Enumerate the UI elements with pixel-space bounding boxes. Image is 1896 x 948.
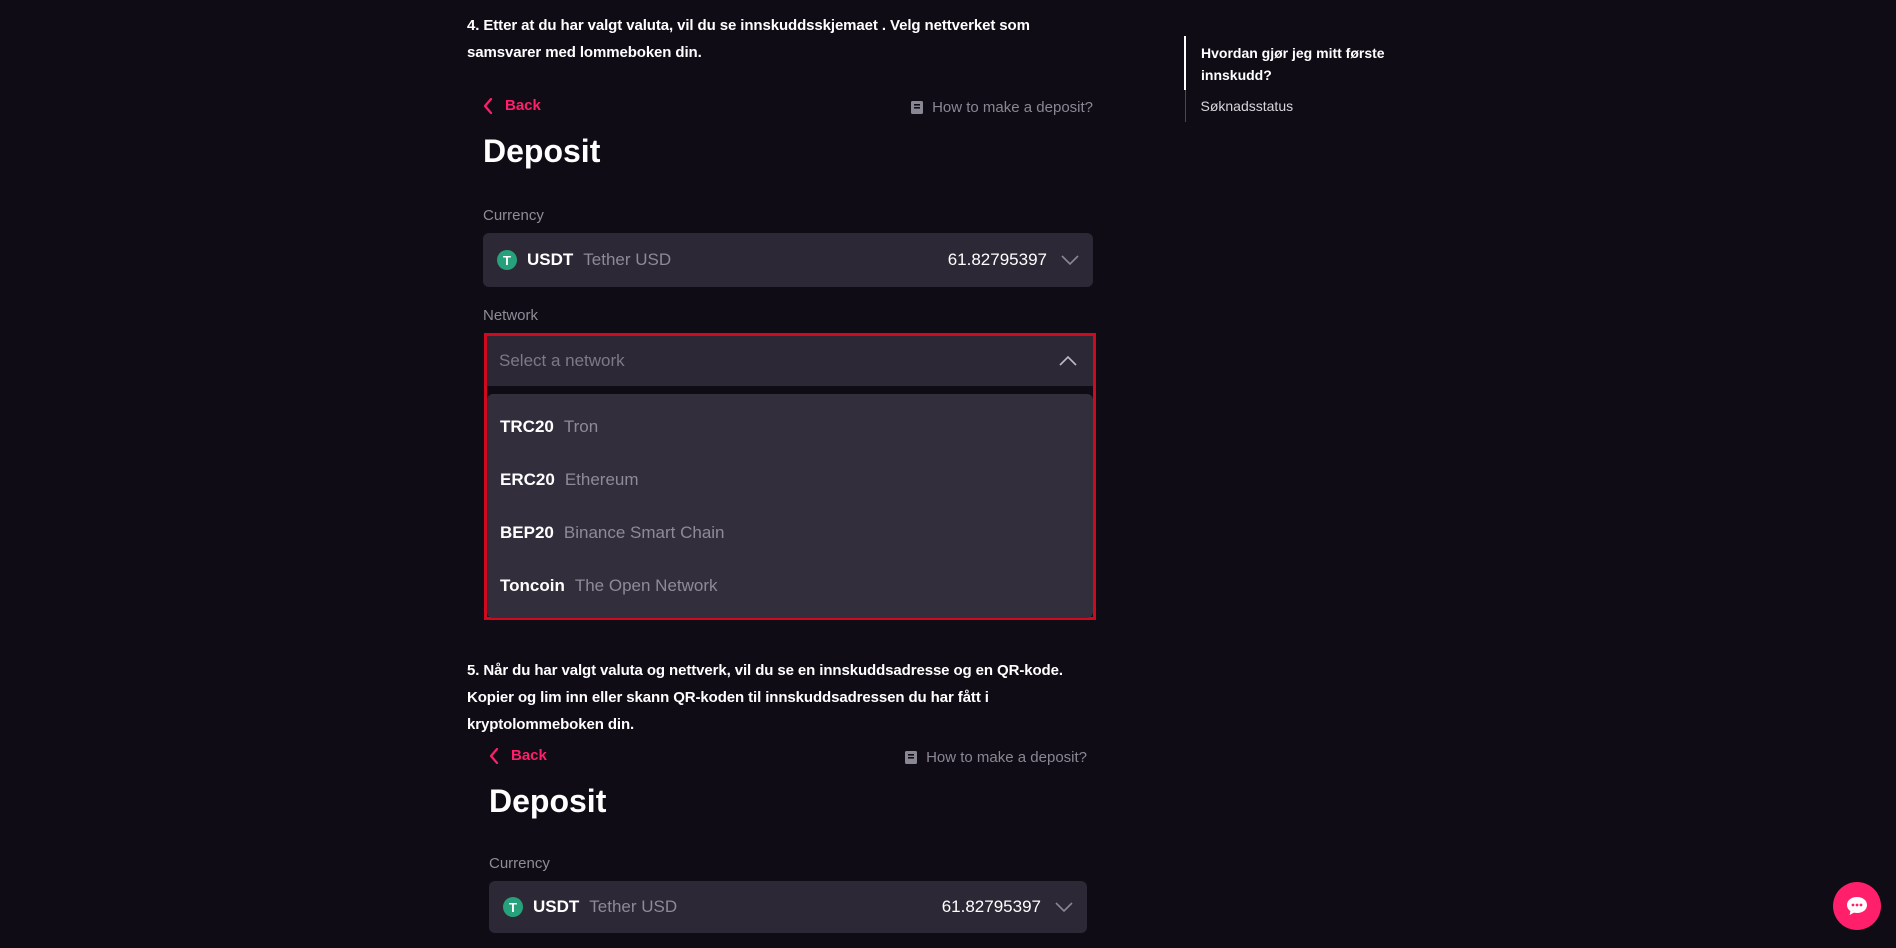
network-option-trc20[interactable]: TRC20 Tron <box>487 400 1093 453</box>
network-option-bep20[interactable]: BEP20 Binance Smart Chain <box>487 506 1093 559</box>
back-label: Back <box>505 97 541 114</box>
network-code: BEP20 <box>500 522 554 542</box>
currency-balance: 61.82795397 <box>947 250 1047 269</box>
page: 4. Etter at du har valgt valuta, vil du … <box>0 0 1896 948</box>
currency-name: Tether USD <box>589 897 678 916</box>
tether-icon: T <box>503 897 523 917</box>
chevron-left-icon <box>483 97 493 114</box>
network-name: Ethereum <box>564 469 639 489</box>
back-label: Back <box>511 747 547 764</box>
chat-button[interactable] <box>1833 882 1881 930</box>
step-5-text: 5. Når du har valgt valuta og nettverk, … <box>467 662 1063 733</box>
currency-select[interactable]: T USDT Tether USD 61.82795397 <box>489 881 1087 933</box>
how-to-deposit-link[interactable]: How to make a deposit? <box>904 749 1087 766</box>
chevron-down-icon <box>1055 902 1073 912</box>
table-of-contents: Hvordan gjør jeg mitt første innskudd? S… <box>1184 36 1404 122</box>
network-option-toncoin[interactable]: Toncoin The Open Network <box>487 559 1093 612</box>
back-button[interactable]: Back <box>483 97 541 114</box>
network-options-list: TRC20 Tron ERC20 Ethereum BEP20 Binance … <box>487 394 1093 618</box>
tether-icon: T <box>497 250 517 270</box>
how-to-deposit-label: How to make a deposit? <box>932 99 1093 116</box>
book-icon <box>911 101 924 114</box>
how-to-deposit-label: How to make a deposit? <box>926 749 1087 766</box>
deposit-card-2: Back How to make a deposit? Deposit Curr… <box>489 747 1087 933</box>
card-header: Back How to make a deposit? <box>489 747 1087 777</box>
how-to-deposit-link[interactable]: How to make a deposit? <box>910 99 1093 116</box>
currency-code: USDT <box>527 250 574 269</box>
chevron-left-icon <box>489 747 499 764</box>
book-icon <box>905 751 918 764</box>
toc-item-first-deposit[interactable]: Hvordan gjør jeg mitt første innskudd? <box>1184 36 1404 90</box>
chevron-down-icon <box>1061 255 1079 265</box>
network-name: The Open Network <box>574 575 718 595</box>
chat-bubble-icon <box>1847 897 1867 915</box>
currency-code: USDT <box>533 897 580 916</box>
network-name: Binance Smart Chain <box>563 522 725 542</box>
network-code: TRC20 <box>500 416 554 436</box>
network-select[interactable]: Select a network <box>487 336 1093 386</box>
network-code: ERC20 <box>500 469 555 489</box>
step-4-text: 4. Etter at du har valgt valuta, vil du … <box>467 17 1030 61</box>
currency-name: Tether USD <box>583 250 672 269</box>
back-button[interactable]: Back <box>489 747 547 764</box>
deposit-card-1: Back How to make a deposit? Deposit Curr… <box>483 97 1093 324</box>
deposit-title: Deposit <box>489 783 607 819</box>
currency-balance: 61.82795397 <box>941 897 1041 916</box>
network-dropdown-highlight: Select a network TRC20 Tron ERC20 Ethere… <box>484 333 1096 620</box>
toc-item-application-status[interactable]: Søknadsstatus <box>1184 90 1405 122</box>
network-name: Tron <box>563 416 599 436</box>
chevron-up-icon <box>1059 356 1077 366</box>
currency-label: Currency <box>489 855 550 872</box>
currency-label: Currency <box>483 207 544 224</box>
network-code: Toncoin <box>500 575 565 595</box>
network-placeholder: Select a network <box>499 351 625 370</box>
currency-select[interactable]: T USDT Tether USD 61.82795397 <box>483 233 1093 287</box>
card-header: Back How to make a deposit? <box>483 97 1093 127</box>
network-label: Network <box>483 307 539 324</box>
network-option-erc20[interactable]: ERC20 Ethereum <box>487 453 1093 506</box>
deposit-title: Deposit <box>483 133 601 169</box>
